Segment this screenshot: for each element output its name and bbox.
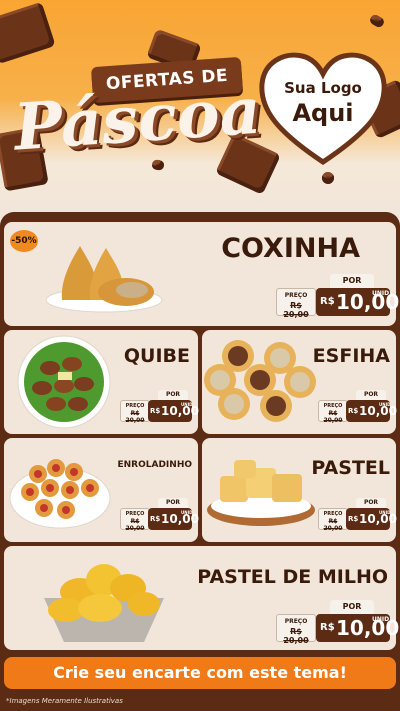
pastel-milho-image-icon (44, 564, 164, 642)
old-price-box: PREÇO R$ 20,00 (120, 400, 150, 424)
current-price-box: R$ 10,00 UNID (148, 400, 199, 422)
flyer: OFERTAS DE Páscoa Sua Logo Aqui -50% COX… (0, 0, 400, 711)
old-price-box: PREÇO R$ 20,00 (120, 508, 150, 532)
logo-line2: Aqui (292, 99, 354, 127)
por-label: POR (356, 390, 386, 400)
cta-banner[interactable]: Crie seu encarte com este tema! (4, 657, 396, 689)
product-name-quibe: QUIBE (123, 345, 190, 367)
current-price-box: R$ 10,00 UNID (346, 508, 397, 530)
chocolate-piece-icon (151, 159, 165, 171)
quibe-image-icon (17, 335, 111, 429)
por-label: POR (158, 498, 188, 508)
chocolate-piece-icon (0, 1, 56, 65)
old-price-box: PREÇO R$ 20,00 (318, 508, 348, 532)
chocolate-piece-icon (319, 169, 337, 187)
product-name-pastel-milho: PASTEL DE MILHO (197, 566, 388, 588)
product-name-coxinha: COXINHA (221, 233, 360, 264)
por-label: POR (330, 600, 374, 614)
current-price-box: R$ 10,00 UNID (346, 400, 397, 422)
current-price-box: R$ 10,00 UNID (316, 288, 399, 316)
logo-line1: Sua Logo (284, 79, 362, 97)
current-price-box: R$ 10,00 UNID (316, 614, 399, 642)
enroladinho-image-icon (9, 459, 111, 529)
header: OFERTAS DE Páscoa Sua Logo Aqui (0, 0, 400, 218)
current-price-box: R$ 10,00 UNID (148, 508, 199, 530)
old-price-box: PREÇO R$ 20,00 (276, 288, 316, 319)
chocolate-piece-icon (368, 13, 386, 29)
product-name-pastel: PASTEL (311, 457, 390, 479)
disclaimer-text: *Imagens Meramente Ilustrativas (6, 697, 123, 705)
discount-badge: -50% (10, 230, 38, 252)
product-name-enroladinho: ENROLADINHO (117, 460, 193, 470)
por-label: POR (158, 390, 188, 400)
por-label: POR (356, 498, 386, 508)
coxinha-image-icon (45, 246, 163, 313)
old-price-box: PREÇO R$ 20,00 (318, 400, 348, 424)
logo-placeholder: Sua Logo Aqui (258, 78, 388, 128)
product-name-esfiha: ESFIHA (312, 345, 390, 367)
por-label: POR (330, 274, 374, 288)
old-price-box: PREÇO R$ 20,00 (276, 614, 316, 645)
